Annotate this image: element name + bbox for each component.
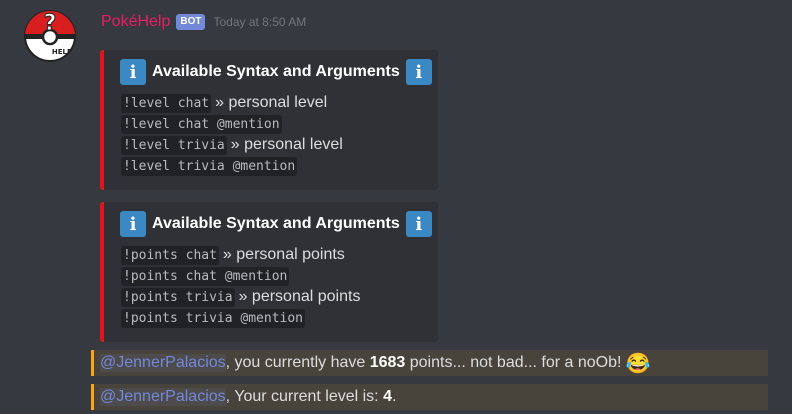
level-value: 4 xyxy=(383,388,392,405)
embed-line: !level chat @mention xyxy=(121,113,343,134)
mention-message[interactable]: @JennerPalacios , Your current level is:… xyxy=(91,384,768,410)
embed-lines: !level chat» personal level !level chat … xyxy=(121,92,343,176)
user-mention[interactable]: @JennerPalacios xyxy=(100,388,226,406)
user-mention[interactable]: @JennerPalacios xyxy=(100,354,226,372)
timestamp: Today at 8:50 AM xyxy=(213,15,307,29)
message-text: . xyxy=(391,388,397,405)
bot-tag: BOT xyxy=(176,14,206,30)
embed-line: !points trivia @mention xyxy=(121,307,360,328)
svg-text:?: ? xyxy=(44,11,57,36)
bot-avatar[interactable]: ? HELP xyxy=(24,10,76,62)
message-text: points... not bad... for a noOb! xyxy=(405,354,622,371)
info-icon: i xyxy=(405,211,432,237)
code-snippet: !level trivia xyxy=(121,136,227,155)
line-desc: » personal points xyxy=(238,288,361,305)
info-icon: i xyxy=(120,59,146,85)
code-snippet: !points chat @mention xyxy=(121,267,290,286)
joy-emoji-icon: 😂 xyxy=(625,352,651,375)
embed-line: !points trivia» personal points xyxy=(121,286,360,307)
code-snippet: !points trivia @mention xyxy=(121,309,306,328)
line-desc: » personal level xyxy=(215,94,328,111)
embed-points: i Available Syntax and Arguments i !poin… xyxy=(100,202,438,342)
embed-title: i Available Syntax and Arguments i xyxy=(120,58,432,86)
info-icon: i xyxy=(405,59,432,85)
pokeball-question-icon: ? HELP xyxy=(24,10,76,62)
message-header: PokéHelp BOT Today at 8:50 AM xyxy=(101,10,306,34)
info-icon: i xyxy=(120,211,146,237)
code-snippet: !level trivia @mention xyxy=(121,157,298,176)
embed-line: !points chat @mention xyxy=(121,265,360,286)
line-desc: » personal level xyxy=(230,136,343,153)
code-snippet: !level chat xyxy=(121,94,212,113)
embed-line: !level trivia» personal level xyxy=(121,134,343,155)
embed-title: i Available Syntax and Arguments i xyxy=(120,210,432,238)
message-text: , Your current level is: xyxy=(225,388,384,405)
embed-title-text: Available Syntax and Arguments xyxy=(152,63,400,80)
code-snippet: !points trivia xyxy=(121,288,235,307)
code-snippet: !level chat @mention xyxy=(121,115,282,134)
points-value: 1683 xyxy=(369,354,406,371)
line-desc: » personal points xyxy=(222,246,345,263)
avatar-help-text: HELP xyxy=(52,48,72,56)
embed-title-text: Available Syntax and Arguments xyxy=(152,215,400,232)
code-snippet: !points chat xyxy=(121,246,219,265)
mention-message[interactable]: @JennerPalacios , you currently have 168… xyxy=(91,350,768,376)
embed-line: !level trivia @mention xyxy=(121,155,343,176)
username[interactable]: PokéHelp xyxy=(101,13,170,31)
embed-lines: !points chat» personal points !points ch… xyxy=(121,244,360,328)
message-text: , you currently have xyxy=(225,354,370,371)
embed-level: i Available Syntax and Arguments i !leve… xyxy=(100,50,438,190)
embed-line: !level chat» personal level xyxy=(121,92,343,113)
embed-line: !points chat» personal points xyxy=(121,244,360,265)
